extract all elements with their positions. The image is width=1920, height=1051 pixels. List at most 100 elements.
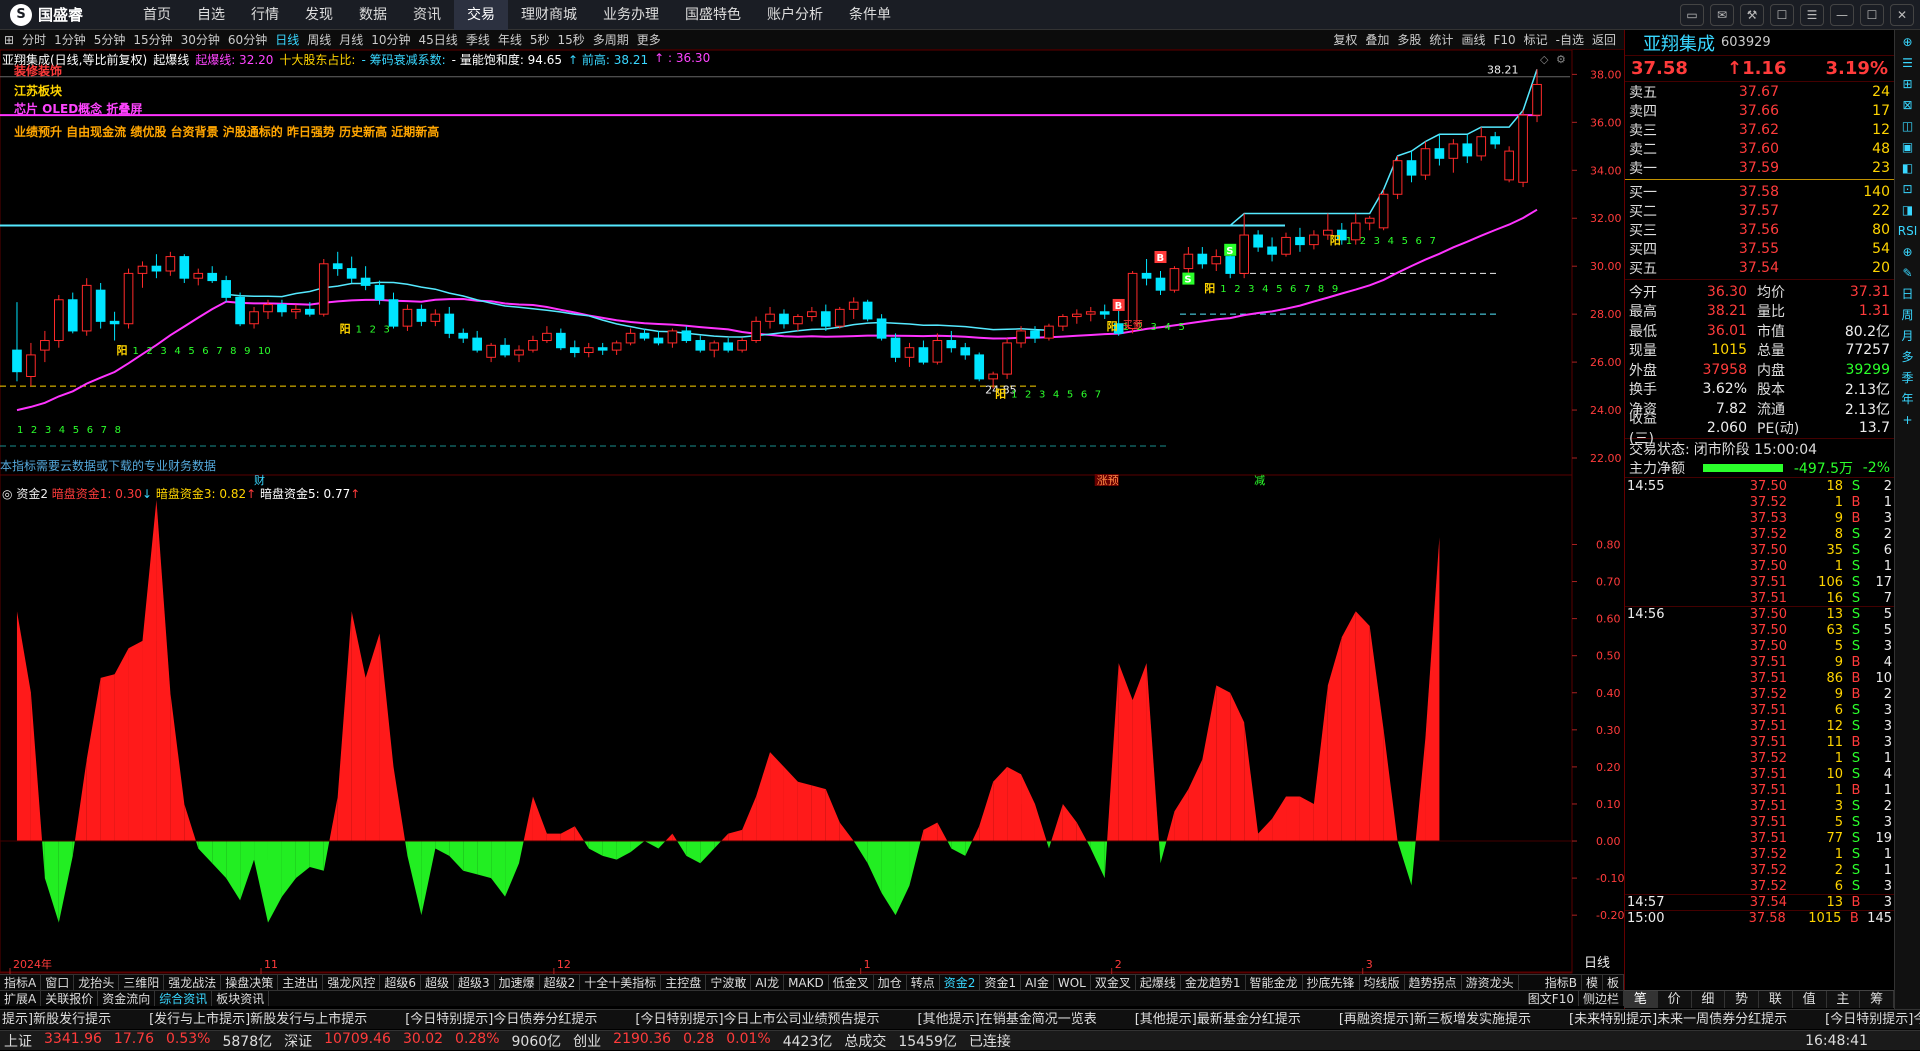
sidebar-tool-icon-16[interactable]: 季 — [1898, 370, 1918, 386]
candle-body[interactable] — [123, 272, 134, 325]
indicator-tab-15[interactable]: 宁波敢 — [706, 975, 752, 990]
candle-body[interactable] — [416, 308, 427, 322]
candle-body[interactable] — [1002, 342, 1012, 375]
candle-body[interactable] — [318, 263, 329, 315]
indicator-tab-17[interactable]: MAKD — [784, 975, 829, 990]
window-control-icon-6[interactable]: ☐ — [1860, 4, 1884, 26]
candle-body[interactable] — [1448, 143, 1459, 159]
candle-body[interactable] — [1211, 256, 1222, 265]
candle-body[interactable] — [1183, 253, 1194, 270]
candle-body[interactable] — [1072, 313, 1082, 318]
candle-body[interactable] — [53, 299, 64, 342]
period-tab-3[interactable]: 15分钟 — [129, 30, 176, 50]
candle-body[interactable] — [974, 354, 985, 380]
quote-tab-4[interactable]: 联 — [1759, 991, 1793, 1008]
candle-body[interactable] — [430, 313, 441, 322]
quote-tab-7[interactable]: 筹 — [1860, 991, 1894, 1008]
candle-body[interactable] — [332, 263, 343, 270]
menu-item-3[interactable]: 发现 — [292, 0, 346, 30]
candle-body[interactable] — [569, 347, 580, 354]
candle-body[interactable] — [625, 332, 636, 344]
candle-body[interactable] — [988, 373, 998, 380]
sidebar-tool-icon-17[interactable]: 年 — [1898, 391, 1918, 407]
candle-body[interactable] — [1392, 160, 1403, 195]
candle-body[interactable] — [235, 296, 245, 325]
toolbar-button-8[interactable]: 返回 — [1588, 30, 1620, 50]
menu-item-6[interactable]: 交易 — [454, 0, 508, 30]
indicator-tab-23[interactable]: AI金 — [1021, 975, 1054, 990]
window-control-icon-7[interactable]: ✕ — [1890, 4, 1914, 26]
sidebar-tool-icon-1[interactable]: ☰ — [1898, 55, 1918, 71]
candle-body[interactable] — [514, 349, 524, 356]
indicator-tab-5[interactable]: 操盘决策 — [221, 975, 279, 990]
candle-body[interactable] — [1295, 236, 1305, 246]
sidebar-tool-icon-4[interactable]: ◫ — [1898, 118, 1918, 134]
ask-row[interactable]: 卖三 37.62 12 — [1625, 120, 1894, 139]
candle-body[interactable] — [1267, 246, 1277, 255]
candle-body[interactable] — [26, 354, 36, 377]
candle-body[interactable] — [81, 284, 92, 332]
candle-body[interactable] — [542, 332, 552, 342]
candle-body[interactable] — [960, 347, 971, 356]
candle-body[interactable] — [1518, 114, 1528, 183]
candle-body[interactable] — [807, 311, 817, 318]
indicator-tab-14[interactable]: 主控盘 — [661, 975, 707, 990]
candle-body[interactable] — [1044, 325, 1054, 339]
window-control-icon-4[interactable]: ☰ — [1800, 4, 1824, 26]
candle-body[interactable] — [193, 272, 204, 279]
indicator-tab-3[interactable]: 三维阳 — [119, 975, 165, 990]
toolbar-button-2[interactable]: 多股 — [1393, 30, 1425, 50]
info-tab-3[interactable]: 综合资讯 — [155, 991, 213, 1006]
toolbar-button-0[interactable]: 复权 — [1329, 30, 1361, 50]
candle-body[interactable] — [946, 340, 957, 349]
ask-row[interactable]: 卖二 37.60 48 — [1625, 139, 1894, 158]
sidebar-tool-icon-14[interactable]: 月 — [1898, 328, 1918, 344]
candle-body[interactable] — [709, 342, 720, 351]
indicator-tab-26[interactable]: 起爆线 — [1136, 975, 1181, 990]
candle-body[interactable] — [1504, 150, 1514, 181]
candle-body[interactable] — [862, 301, 873, 320]
candle-body[interactable] — [1169, 268, 1180, 291]
quote-tab-3[interactable]: 势 — [1725, 991, 1759, 1008]
period-tab-10[interactable]: 45日线 — [415, 30, 462, 50]
tick-list[interactable]: 14:55 37.50 18 S 2 37.52 1 B 1 37.53 9 B 3 37.52 8 S 2 37… — [1625, 478, 1894, 926]
candle-body[interactable] — [820, 311, 831, 327]
toolbar-button-7[interactable]: -自选 — [1552, 30, 1588, 50]
period-tab-5[interactable]: 60分钟 — [224, 30, 271, 50]
candle-body[interactable] — [1309, 234, 1319, 246]
indicator-tab-11[interactable]: 加速爆 — [495, 975, 540, 990]
candle-body[interactable] — [1197, 253, 1208, 265]
menu-item-8[interactable]: 业务办理 — [590, 0, 672, 30]
indicator-tab-25[interactable]: 双金叉 — [1091, 975, 1136, 990]
period-tab-4[interactable]: 30分钟 — [177, 30, 224, 50]
candle-body[interactable] — [1085, 311, 1096, 315]
candle-body[interactable] — [277, 304, 287, 313]
candle-body[interactable] — [1490, 136, 1501, 145]
news-item[interactable]: [其他提示]在销基金简况一览表 — [918, 1010, 1097, 1029]
sidebar-tool-icon-5[interactable]: ▣ — [1898, 139, 1918, 155]
period-tab-7[interactable]: 周线 — [303, 30, 335, 50]
candle-body[interactable] — [179, 256, 190, 279]
candle-body[interactable] — [639, 332, 650, 339]
news-item[interactable]: [今日特别提示]今日上市公司业绩预告提示 — [635, 1010, 879, 1029]
candle-body[interactable] — [249, 311, 259, 325]
indicator-tab-8[interactable]: 超级6 — [380, 975, 421, 990]
candle-body[interactable] — [528, 340, 538, 351]
sidebar-tool-icon-12[interactable]: 日 — [1898, 286, 1918, 302]
period-tab-12[interactable]: 年线 — [494, 30, 526, 50]
period-tab-6[interactable]: 日线 — [271, 30, 303, 50]
candle-body[interactable] — [1058, 316, 1068, 327]
candle-body[interactable] — [221, 280, 231, 298]
candle-body[interactable] — [1406, 160, 1417, 176]
indicator-tab-21[interactable]: 资金2 — [940, 975, 981, 990]
indicator-tab-1[interactable]: 窗口 — [41, 975, 75, 990]
candle-body[interactable] — [1016, 330, 1026, 344]
candle-body[interactable] — [1434, 148, 1445, 159]
menu-item-9[interactable]: 国盛特色 — [672, 0, 754, 30]
news-item[interactable]: [发行与上市提示]新股发行与上市提示 — [149, 1010, 367, 1029]
ask-row[interactable]: 卖五 37.67 24 — [1625, 82, 1894, 101]
bid-row[interactable]: 买二 37.57 22 — [1625, 201, 1894, 220]
candle-body[interactable] — [1253, 234, 1263, 248]
quote-tab-6[interactable]: 主 — [1827, 991, 1861, 1008]
indicator-tab-12[interactable]: 超级2 — [540, 975, 581, 990]
